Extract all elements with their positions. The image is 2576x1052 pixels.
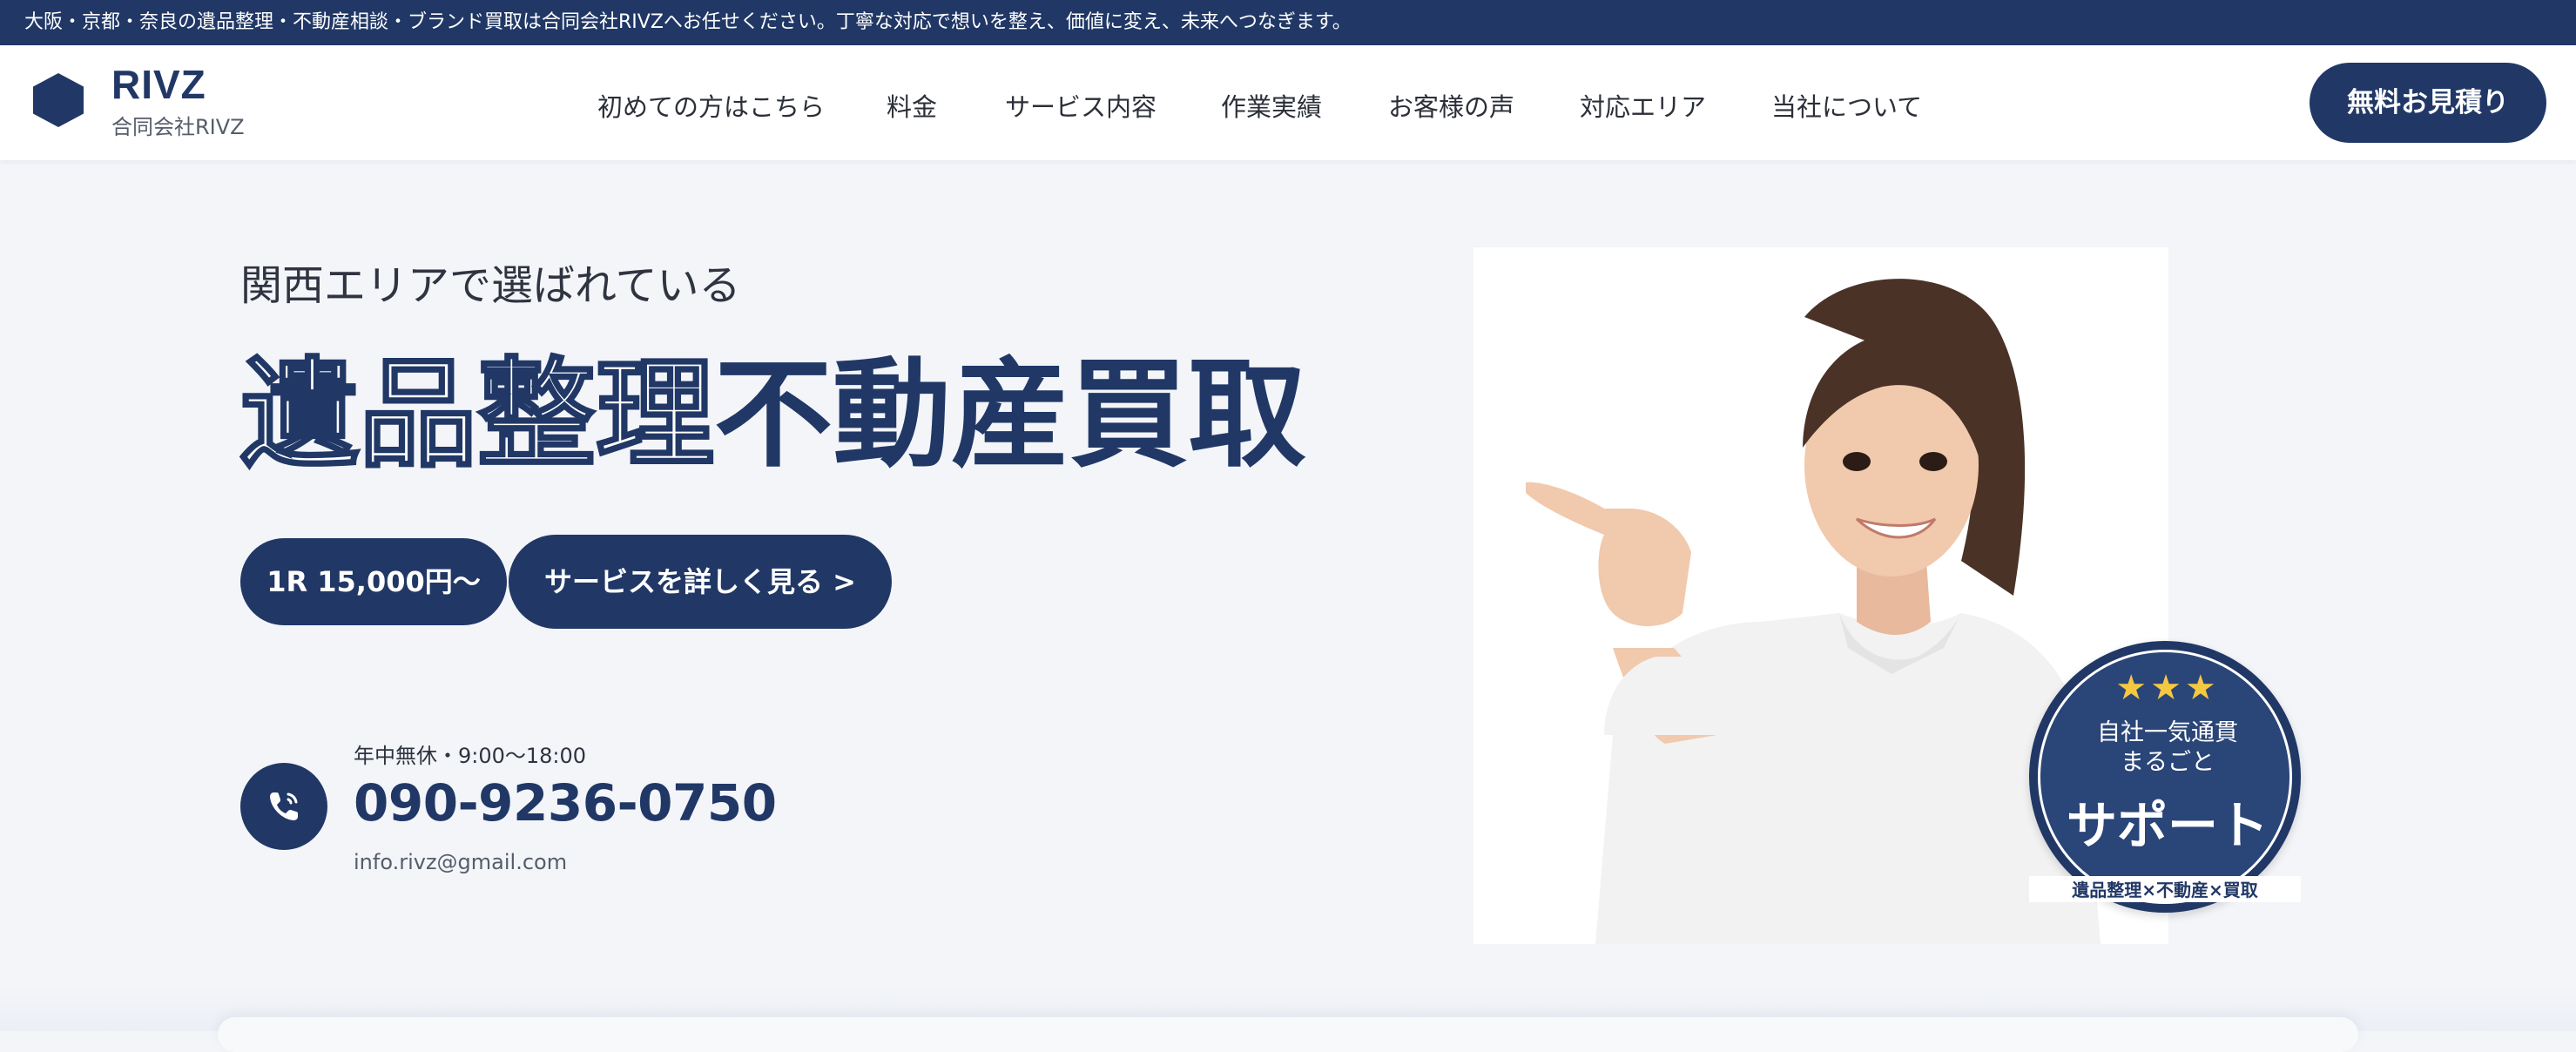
announcement-text: 大阪・京都・奈良の遺品整理・不動産相談・ブランド買取は合同会社RIVZへお任せく… (24, 11, 1352, 33)
announcement-bar: 大阪・京都・奈良の遺品整理・不動産相談・ブランド買取は合同会社RIVZへお任せく… (0, 0, 2576, 45)
badge-line-2: まるごと (2121, 749, 2215, 776)
price-pill-button[interactable]: 1R 15,000円〜 (240, 538, 507, 625)
badge-caption: 遺品整理×不動産×買取 (2029, 876, 2301, 902)
nav-pricing[interactable]: 料金 (887, 87, 937, 124)
hero-subtitle: 関西エリアで選ばれている (240, 261, 741, 310)
free-estimate-button[interactable]: 無料お見積り (2310, 63, 2546, 143)
nav-service-area[interactable]: 対応エリア (1580, 87, 1706, 124)
hero-title-solid: 不動産買取 (714, 347, 1306, 484)
next-section-card-edge (218, 1017, 2358, 1052)
support-badge-ring: ★★★ 自社一気通貫 まるごと サポート (2038, 650, 2292, 904)
hero-title-outline: 遺品整理 (239, 347, 716, 484)
nav-testimonials[interactable]: お客様の声 (1388, 87, 1514, 124)
badge-support-text: サポート (2066, 796, 2269, 855)
service-detail-button[interactable]: サービスを詳しく見る > (509, 535, 892, 629)
nav-about[interactable]: 当社について (1771, 87, 1922, 124)
hero-title: 遺品整理不動産買取 (239, 347, 1307, 484)
nav-services[interactable]: サービス内容 (1005, 87, 1157, 124)
site-header: RIVZ 合同会社RIVZ 初めての方はこちら 料金 サービス内容 作業実績 お… (0, 45, 2576, 160)
phone-call-button[interactable] (240, 763, 327, 850)
support-badge: ★★★ 自社一気通貫 まるごと サポート (2029, 641, 2301, 913)
main-nav: 初めての方はこちら 料金 サービス内容 作業実績 お客様の声 対応エリア 当社に… (0, 45, 2576, 160)
nav-works[interactable]: 作業実績 (1221, 87, 1322, 124)
star-rating-icon: ★★★ (2115, 668, 2220, 708)
badge-line-1: 自社一気通貫 (2097, 719, 2238, 746)
nav-first-time[interactable]: 初めての方はこちら (597, 87, 825, 124)
phone-number-link[interactable]: 090-9236-0750 (354, 773, 777, 833)
phone-icon (270, 792, 298, 820)
email-link[interactable]: info.rivz@gmail.com (354, 850, 567, 874)
business-hours: 年中無休・9:00〜18:00 (354, 744, 587, 768)
